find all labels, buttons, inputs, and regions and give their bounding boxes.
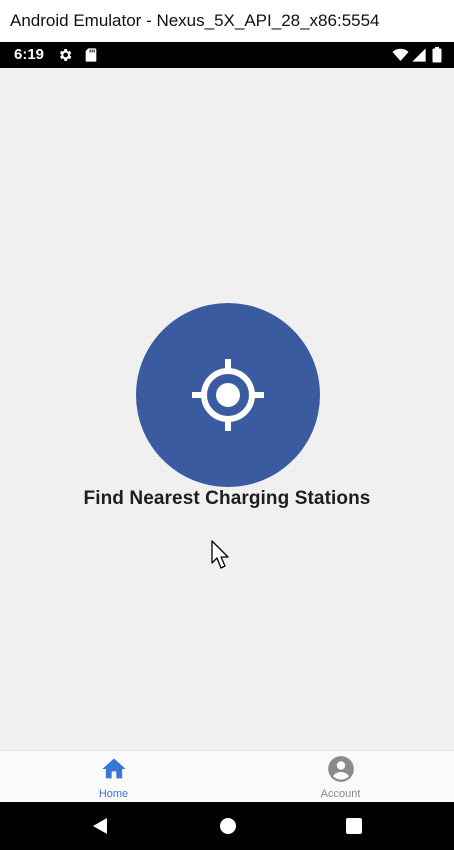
tab-account-label: Account: [320, 788, 361, 800]
home-icon: [100, 755, 128, 783]
status-time: 6:19: [14, 46, 45, 63]
cellular-signal-icon: [411, 47, 427, 63]
sd-card-icon: [83, 47, 99, 63]
app-main-content: Find Nearest Charging Stations: [0, 68, 454, 750]
crosshair-location-icon: [192, 359, 264, 431]
home-circle-icon[interactable]: [216, 814, 240, 838]
gear-icon: [57, 47, 73, 63]
wifi-icon: [392, 47, 409, 63]
account-circle-icon: [327, 755, 355, 783]
tab-home-label: Home: [98, 788, 129, 800]
mouse-cursor-icon: [211, 540, 229, 569]
back-triangle-icon[interactable]: [88, 814, 112, 838]
android-nav-bar: [0, 802, 454, 850]
emulator-window-title: Android Emulator - Nexus_5X_API_28_x86:5…: [0, 0, 454, 42]
status-bar: 6:19: [0, 42, 454, 68]
recents-square-icon[interactable]: [342, 814, 366, 838]
bottom-tab-bar: Home Account: [0, 750, 454, 802]
battery-icon: [432, 47, 442, 63]
find-stations-label[interactable]: Find Nearest Charging Stations: [0, 488, 454, 510]
tab-account[interactable]: Account: [227, 751, 454, 803]
find-stations-button[interactable]: [136, 303, 320, 487]
tab-home[interactable]: Home: [0, 751, 227, 803]
